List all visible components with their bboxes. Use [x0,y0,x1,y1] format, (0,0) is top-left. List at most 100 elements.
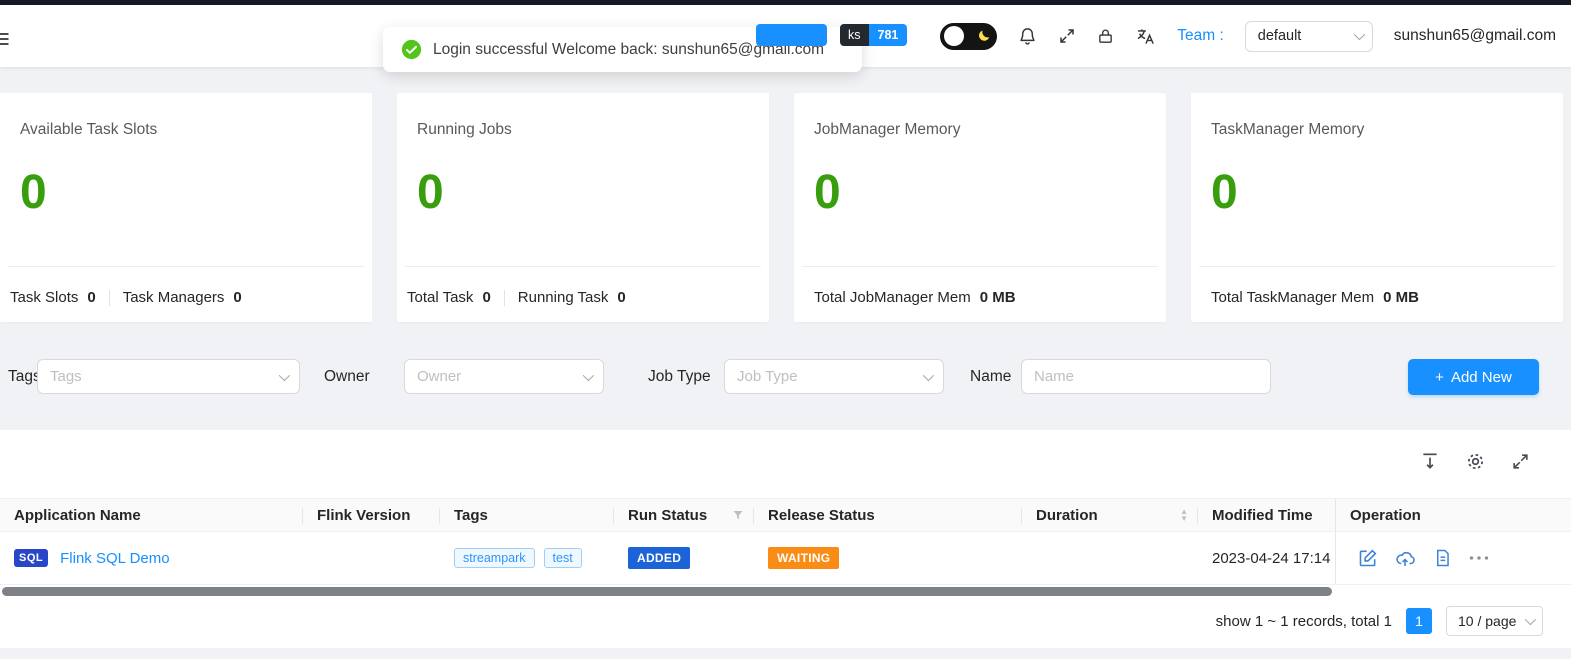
col-release-status: Release Status [754,499,1022,531]
team-select[interactable]: default [1245,21,1373,52]
operation-cell [1335,532,1571,584]
card-value: 0 [20,165,47,220]
stat-value: 0 MB [1383,289,1419,306]
tags-select-placeholder: Tags [50,368,82,385]
card-divider [405,266,761,267]
partial-badge[interactable] [756,24,827,46]
table-fullscreen-icon[interactable] [1509,450,1531,472]
stat-value: 0 [482,289,490,306]
job-type-select[interactable]: Job Type [724,359,944,394]
stat-value: 0 [87,289,95,306]
card-jobmanager-memory: JobManager Memory 0 Total JobManager Mem… [794,93,1166,322]
stat-divider [109,290,110,306]
applications-panel: Application Name Flink Version Tags Run … [0,430,1571,648]
card-title: Running Jobs [417,121,512,139]
tag: test [544,548,582,568]
name-input-wrap [1021,359,1271,394]
stat-label: Total Task [407,289,473,306]
add-new-button[interactable]: + Add New [1408,359,1539,395]
menu-icon[interactable] [0,29,11,49]
team-select-value: default [1258,28,1302,44]
count-badge-value: 781 [869,24,908,46]
card-taskmanager-memory: TaskManager Memory 0 Total TaskManager M… [1191,93,1563,322]
flink-version-cell [303,532,440,584]
card-running-jobs: Running Jobs 0 Total Task0 Running Task0 [397,93,769,322]
application-link[interactable]: Flink SQL Demo [60,550,169,567]
stat-label: Running Task [518,289,609,306]
stat-value: 0 [617,289,625,306]
table-row: SQL Flink SQL Demo streampark test ADDED… [0,532,1571,585]
stat-label: Total TaskManager Mem [1211,289,1374,306]
pagination: show 1 ~ 1 records, total 1 1 10 / page [1216,606,1543,636]
lock-icon[interactable] [1097,27,1114,46]
horizontal-scrollbar[interactable] [2,587,1332,596]
page-1-button[interactable]: 1 [1406,608,1432,634]
edit-icon[interactable] [1358,548,1378,568]
tags-cell: streampark test [440,532,614,584]
chevron-down-icon [1525,614,1536,625]
job-type-select-placeholder: Job Type [737,368,798,385]
detail-icon[interactable] [1432,548,1452,568]
col-run-status: Run Status [614,499,754,531]
tags-select[interactable]: Tags [37,359,300,394]
col-tags: Tags [440,499,614,531]
fullscreen-icon[interactable] [1058,27,1076,45]
bell-icon[interactable] [1018,26,1037,46]
filter-icon[interactable] [732,509,744,521]
plus-icon: + [1435,369,1444,386]
chevron-down-icon [583,369,594,380]
col-modified-time: Modified Time [1198,499,1335,531]
count-badge[interactable]: ks 781 [840,24,907,46]
tag: streampark [454,548,535,568]
count-badge-label: ks [840,24,869,46]
owner-select-placeholder: Owner [417,368,461,385]
owner-select[interactable]: Owner [404,359,604,394]
launch-icon[interactable] [1395,548,1415,568]
owner-filter-label: Owner [324,359,370,394]
card-divider [802,266,1158,267]
card-value: 0 [1211,165,1238,220]
application-name-cell: SQL Flink SQL Demo [0,532,303,584]
col-flink-version: Flink Version [303,499,440,531]
run-status-cell: ADDED [614,532,754,584]
theme-toggle[interactable] [940,23,997,50]
table-header: Application Name Flink Version Tags Run … [0,498,1571,532]
add-new-label: Add New [1451,369,1512,386]
more-icon[interactable] [1469,548,1489,568]
translate-icon[interactable] [1135,27,1156,46]
run-status-badge: ADDED [628,547,690,569]
moon-icon [977,29,991,43]
duration-cell [1022,532,1198,584]
job-type-filter-label: Job Type [648,359,711,394]
success-icon [401,39,422,60]
metric-cards: Available Task Slots 0 Task Slots0 Task … [0,93,1563,322]
card-divider [1199,266,1555,267]
stat-divider [504,290,505,306]
modified-time-cell: 2023-04-24 17:14 [1198,532,1335,584]
column-height-icon[interactable] [1419,450,1441,472]
sort-icon[interactable]: ▲▼ [1180,508,1188,522]
release-status-cell: WAITING [754,532,1022,584]
page-size-select[interactable]: 10 / page [1446,606,1543,636]
pagination-summary: show 1 ~ 1 records, total 1 [1216,613,1392,630]
stat-value: 0 [233,289,241,306]
theme-knob-icon [944,26,964,46]
chevron-down-icon [923,369,934,380]
release-status-badge: WAITING [768,547,839,569]
col-application-name: Application Name [0,499,303,531]
stat-label: Task Slots [10,289,78,306]
name-filter-label: Name [970,359,1011,394]
settings-icon[interactable] [1464,450,1486,472]
user-email[interactable]: sunshun65@gmail.com [1394,27,1556,45]
stat-value: 0 MB [980,289,1016,306]
col-operation: Operation [1335,499,1571,531]
tags-filter-label: Tags [8,359,41,394]
table-toolbar [1419,450,1531,472]
team-label: Team : [1177,27,1224,45]
card-available-task-slots: Available Task Slots 0 Task Slots0 Task … [0,93,372,322]
card-divider [8,266,364,267]
card-value: 0 [814,165,841,220]
stat-label: Task Managers [123,289,225,306]
name-input[interactable] [1034,360,1258,393]
card-title: JobManager Memory [814,121,960,139]
